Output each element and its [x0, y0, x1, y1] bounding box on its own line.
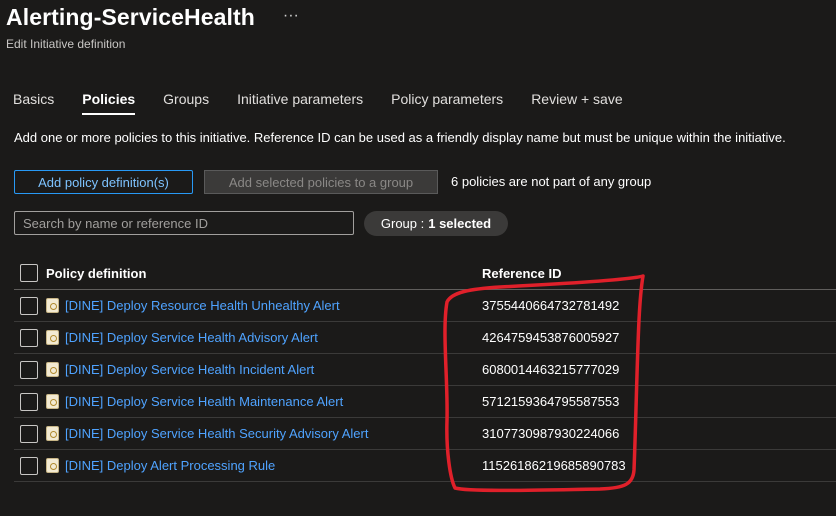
- row-checkbox[interactable]: [20, 296, 38, 315]
- policy-link[interactable]: [DINE] Deploy Resource Health Unhealthy …: [65, 298, 340, 313]
- table-row: [DINE] Deploy Resource Health Unhealthy …: [14, 290, 836, 322]
- policy-cell: [DINE] Deploy Alert Processing Rule: [46, 458, 275, 473]
- policy-link[interactable]: [DINE] Deploy Service Health Security Ad…: [65, 426, 368, 441]
- tab-initiative-parameters[interactable]: Initiative parameters: [237, 91, 363, 115]
- tab-basics[interactable]: Basics: [13, 91, 54, 115]
- policy-link[interactable]: [DINE] Deploy Service Health Advisory Al…: [65, 330, 318, 345]
- tab-policy-parameters[interactable]: Policy parameters: [391, 91, 503, 115]
- column-header-reference-id[interactable]: Reference ID: [482, 266, 561, 281]
- row-checkbox[interactable]: [20, 392, 38, 411]
- table-row: [DINE] Deploy Service Health Security Ad…: [14, 418, 836, 450]
- policy-definition-icon: [46, 394, 59, 409]
- table-row: [DINE] Deploy Alert Processing Rule 1152…: [14, 450, 836, 482]
- group-filter-label: Group :: [380, 216, 425, 231]
- tab-bar: Basics Policies Groups Initiative parame…: [13, 91, 651, 115]
- policy-link[interactable]: [DINE] Deploy Service Health Maintenance…: [65, 394, 343, 409]
- reference-id-cell[interactable]: 4264759453876005927: [482, 330, 619, 345]
- row-checkbox[interactable]: [20, 360, 38, 379]
- ungrouped-policies-note: 6 policies are not part of any group: [451, 174, 652, 189]
- policy-definition-icon: [46, 426, 59, 441]
- row-checkbox[interactable]: [20, 328, 38, 347]
- add-selected-to-group-button: Add selected policies to a group: [204, 170, 438, 194]
- column-header-policy-definition[interactable]: Policy definition: [46, 266, 146, 281]
- policy-cell: [DINE] Deploy Service Health Security Ad…: [46, 426, 368, 441]
- policy-cell: [DINE] Deploy Service Health Incident Al…: [46, 362, 314, 377]
- tab-policies[interactable]: Policies: [82, 91, 136, 115]
- table-row: [DINE] Deploy Service Health Advisory Al…: [14, 322, 836, 354]
- policy-definition-icon: [46, 362, 59, 377]
- add-policy-definitions-button[interactable]: Add policy definition(s): [14, 170, 193, 194]
- reference-id-cell[interactable]: 3755440664732781492: [482, 298, 619, 313]
- reference-id-cell[interactable]: 11526186219685890783: [482, 458, 626, 473]
- select-all-checkbox[interactable]: [20, 264, 38, 282]
- group-filter-value: 1 selected: [428, 216, 492, 231]
- tab-review-save[interactable]: Review + save: [531, 91, 622, 115]
- page-title: Alerting-ServiceHealth: [6, 4, 255, 30]
- page-subtitle: Edit Initiative definition: [6, 37, 126, 51]
- search-input[interactable]: [14, 211, 354, 235]
- row-checkbox[interactable]: [20, 424, 38, 443]
- policy-cell: [DINE] Deploy Service Health Advisory Al…: [46, 330, 318, 345]
- table-header-row: Policy definition Reference ID: [14, 257, 836, 290]
- group-filter-pill[interactable]: Group : 1 selected: [364, 211, 508, 236]
- policy-definition-icon: [46, 298, 59, 313]
- tab-groups[interactable]: Groups: [163, 91, 209, 115]
- reference-id-cell[interactable]: 3107730987930224066: [482, 426, 619, 441]
- policy-cell: [DINE] Deploy Resource Health Unhealthy …: [46, 298, 340, 313]
- policy-table: Policy definition Reference ID [DINE] De…: [14, 257, 836, 482]
- more-options-icon[interactable]: ···: [283, 7, 299, 24]
- reference-id-cell[interactable]: 5712159364795587553: [482, 394, 619, 409]
- policy-link[interactable]: [DINE] Deploy Service Health Incident Al…: [65, 362, 314, 377]
- title-row: Alerting-ServiceHealth ···: [6, 4, 299, 31]
- table-row: [DINE] Deploy Service Health Maintenance…: [14, 386, 836, 418]
- policies-description: Add one or more policies to this initiat…: [14, 130, 786, 145]
- reference-id-cell[interactable]: 6080014463215777029: [482, 362, 619, 377]
- policy-definition-icon: [46, 458, 59, 473]
- row-checkbox[interactable]: [20, 456, 38, 475]
- policy-link[interactable]: [DINE] Deploy Alert Processing Rule: [65, 458, 275, 473]
- policy-definition-icon: [46, 330, 59, 345]
- policy-cell: [DINE] Deploy Service Health Maintenance…: [46, 394, 343, 409]
- table-row: [DINE] Deploy Service Health Incident Al…: [14, 354, 836, 386]
